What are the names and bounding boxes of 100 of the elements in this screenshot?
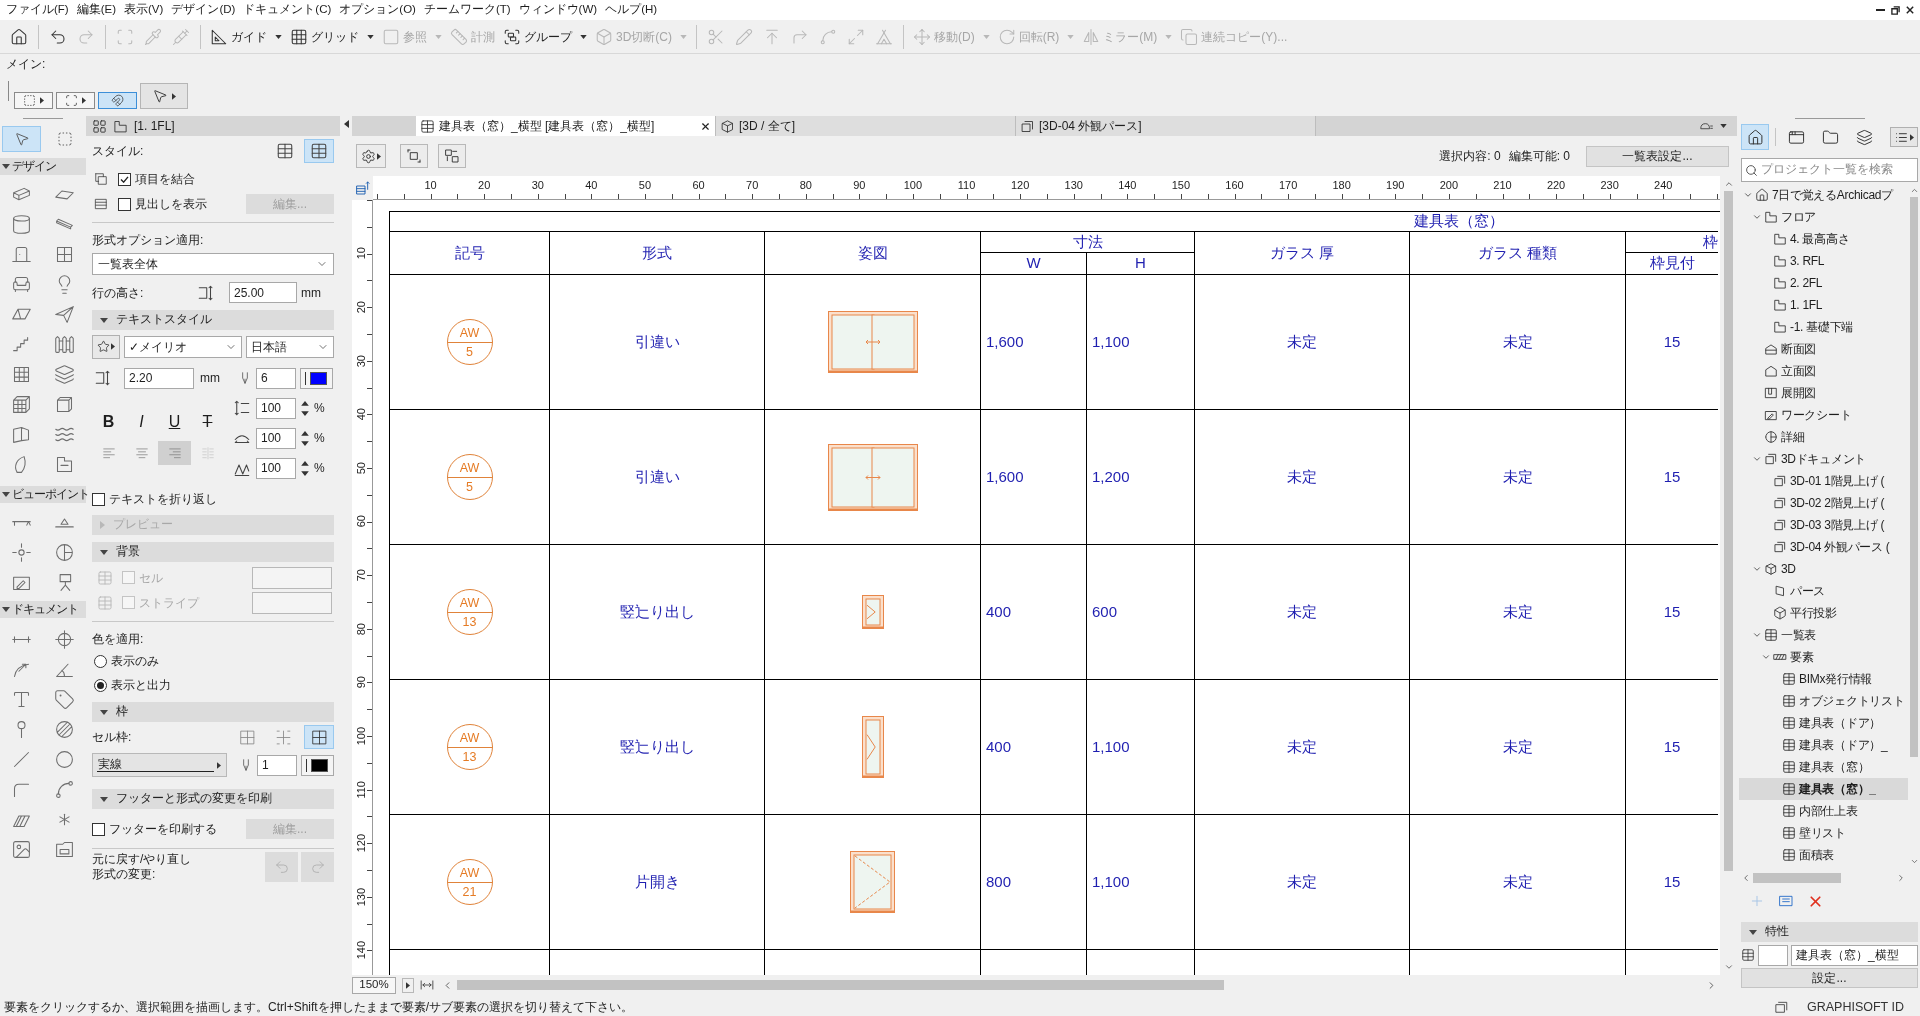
tree-item[interactable]: 壁リスト	[1739, 822, 1908, 844]
tree-item[interactable]: 建具表（窓）_	[1739, 778, 1908, 800]
home-icon[interactable]	[10, 27, 28, 46]
account-button[interactable]: GRAPHISOFT ID	[1807, 997, 1904, 1016]
image-icon[interactable]	[11, 838, 32, 860]
tree-item[interactable]: 3D-01 1階見上げ (	[1739, 470, 1908, 492]
menu-item[interactable]: 表示(V)	[120, 1, 168, 19]
menu-item[interactable]: ウィンドウ(W)	[514, 1, 602, 19]
chevron-down-icon[interactable]	[1752, 212, 1762, 222]
fit-width-icon[interactable]	[418, 978, 436, 992]
tree-item[interactable]: 1. 1FL	[1739, 294, 1908, 316]
italic-button[interactable]: I	[125, 409, 158, 435]
area-mode-button[interactable]	[56, 92, 95, 109]
pen-color-button[interactable]	[301, 754, 334, 776]
chevron-left-icon[interactable]	[1741, 873, 1751, 883]
menu-item[interactable]: ファイル(F)	[2, 1, 73, 19]
number-field[interactable]: 1	[257, 754, 297, 776]
tree-item[interactable]: BIMx発行情報	[1739, 668, 1908, 690]
chevron-down-icon[interactable]	[1761, 652, 1771, 662]
fence-icon[interactable]	[54, 333, 75, 355]
tree-item[interactable]: フロア	[1739, 206, 1908, 228]
name-field[interactable]: 建具表（窓）_横型	[1791, 944, 1918, 966]
restore-icon[interactable]	[1891, 5, 1900, 15]
strike-button[interactable]: T	[191, 409, 224, 435]
tree-item[interactable]: 建具表（窓）	[1739, 756, 1908, 778]
target-icon[interactable]	[54, 628, 75, 650]
number-field[interactable]: 100	[256, 427, 296, 449]
layers-icon[interactable]	[54, 363, 75, 385]
tree-item[interactable]: パース	[1739, 580, 1908, 602]
checkbox[interactable]	[118, 197, 131, 211]
tree-item[interactable]: ワークシート	[1739, 404, 1908, 426]
grid-button[interactable]: グリッド	[287, 23, 377, 50]
chevron-up-icon[interactable]	[1723, 179, 1734, 189]
tree-item[interactable]: 内部仕上表	[1739, 800, 1908, 822]
section-header[interactable]: ビューポイント	[0, 486, 86, 503]
menu-item[interactable]: デザイン(D)	[167, 1, 240, 19]
tree-item[interactable]: 3. RFL	[1739, 250, 1908, 272]
scrollbar-thumb[interactable]	[457, 980, 1224, 990]
tree-item[interactable]: 7日で覚えるArchicadプ	[1739, 184, 1908, 206]
table-arrow-icon[interactable]	[354, 180, 371, 196]
close-icon[interactable]	[1906, 6, 1914, 14]
section-header[interactable]: デザイン	[0, 158, 86, 175]
tree-item[interactable]: 3D	[1739, 558, 1908, 580]
menu-item[interactable]: オプション(O)	[335, 1, 420, 19]
tree-item[interactable]: 3D-03 3階見上げ (	[1739, 514, 1908, 536]
tree-item[interactable]: オブジェクトリスト	[1739, 690, 1908, 712]
tree-item[interactable]: 3Dドキュメント	[1739, 448, 1908, 470]
number-field[interactable]: 2.20	[124, 367, 194, 389]
crosshair-icon[interactable]	[11, 541, 32, 563]
chevron-down-icon[interactable]	[1743, 190, 1753, 200]
section-header[interactable]: 特性	[1741, 922, 1918, 942]
line-type-button[interactable]: 実線	[92, 753, 227, 777]
scrollbar-thumb[interactable]	[1753, 873, 1841, 883]
section-header[interactable]: フッターと形式の変更を印刷	[92, 789, 334, 809]
font-dropdown[interactable]: ✓メイリオ	[123, 335, 242, 358]
language-dropdown[interactable]: 日本語	[245, 335, 334, 358]
group-button[interactable]: グループ	[500, 23, 590, 50]
group-select-button[interactable]	[438, 144, 466, 168]
chevron-down-icon[interactable]	[1752, 564, 1762, 574]
pointer-mode-button[interactable]	[140, 83, 188, 109]
navigator-menu-button[interactable]	[1890, 127, 1918, 147]
search-field[interactable]: プロジェクト一覧を検索	[1741, 158, 1918, 182]
table-style-button[interactable]	[304, 139, 334, 163]
tree-item[interactable]: 3D-02 2階見上げ (	[1739, 492, 1908, 514]
number-field[interactable]: 6	[256, 367, 296, 389]
pattern-field[interactable]	[252, 591, 332, 614]
chevron-down-icon[interactable]	[1752, 630, 1762, 640]
frame-select-button[interactable]	[400, 144, 428, 168]
zoom-field[interactable]: 150%	[352, 976, 396, 994]
chevron-down-icon[interactable]	[1752, 454, 1762, 464]
menu-item[interactable]: チームワーク(T)	[419, 1, 515, 19]
underline-button[interactable]: U	[158, 409, 191, 435]
document-tab[interactable]: [3D / 全て]	[716, 116, 1016, 136]
bold-button[interactable]: B	[92, 409, 125, 435]
tree-item[interactable]: 平行投影	[1739, 602, 1908, 624]
menu-item[interactable]: 編集(E)	[72, 1, 121, 19]
chevron-right-icon[interactable]	[1896, 873, 1906, 883]
scrollbar-thumb[interactable]	[1910, 197, 1918, 757]
schedule-settings-button[interactable]: 一覧表設定...	[1586, 145, 1729, 167]
triangle-left-icon[interactable]	[343, 120, 349, 128]
number-field[interactable]: 25.00	[229, 282, 297, 303]
guide-button[interactable]: ガイド	[207, 23, 285, 50]
document-tab[interactable]: [3D-04 外観パース]	[1016, 116, 1316, 136]
chevron-down-icon[interactable]	[1723, 962, 1734, 972]
tree-item[interactable]: 断面図	[1739, 338, 1908, 360]
tree-item[interactable]: 立面図	[1739, 360, 1908, 382]
tree-item[interactable]: 展開図	[1739, 382, 1908, 404]
tree-item[interactable]: 要素	[1739, 646, 1908, 668]
favorites-button[interactable]	[92, 334, 120, 359]
grid-squares-icon[interactable]	[92, 118, 107, 134]
pattern-field[interactable]	[252, 566, 332, 589]
scrollbar-thumb[interactable]	[1724, 191, 1733, 871]
radio-button[interactable]	[94, 654, 107, 668]
tree-item[interactable]: 2. 2FL	[1739, 272, 1908, 294]
paper-plane-icon[interactable]	[54, 303, 75, 325]
checkbox[interactable]	[92, 822, 105, 836]
undo-icon[interactable]	[49, 27, 67, 46]
section-header[interactable]: 背景	[92, 542, 334, 562]
pen-color-button[interactable]	[300, 367, 333, 389]
tree-item[interactable]: 3D-04 外観パース (	[1739, 536, 1908, 558]
